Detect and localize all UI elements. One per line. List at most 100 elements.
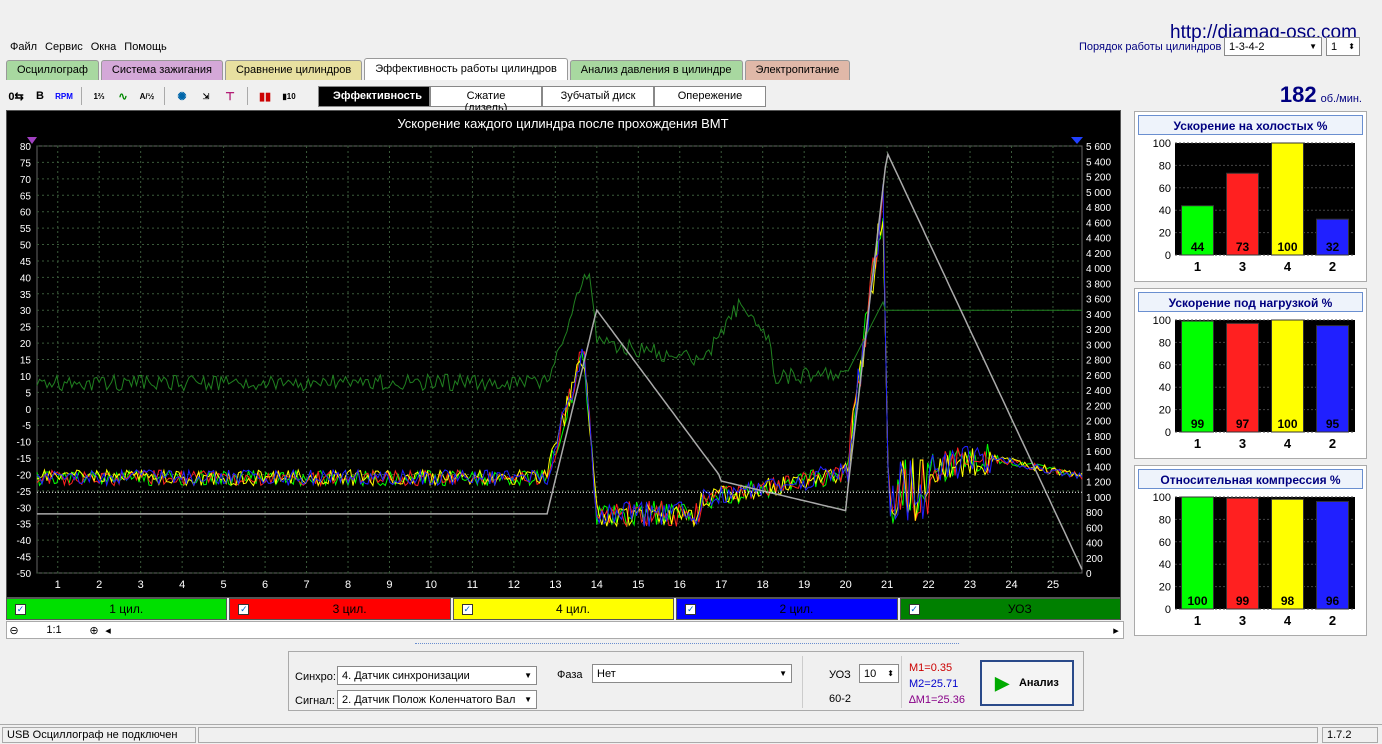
bar bbox=[1181, 496, 1214, 610]
filter-icon[interactable]: ⊤ bbox=[220, 86, 240, 106]
splitter[interactable] bbox=[415, 643, 959, 649]
bar-value-label: 100 bbox=[1277, 417, 1297, 431]
y-right-tick-label: 3 000 bbox=[1086, 340, 1111, 351]
bar-value-label: 99 bbox=[1191, 417, 1205, 431]
firing-order-select[interactable]: 1-3-4-2 ▼ bbox=[1224, 37, 1322, 56]
channel-2[interactable]: ✓ 4 цил. bbox=[452, 598, 675, 620]
x-tick-label: 10 bbox=[425, 579, 437, 591]
bar-y-tick: 60 bbox=[1159, 537, 1171, 549]
channel-3[interactable]: ✓ 2 цил. bbox=[676, 598, 898, 620]
y-right-tick-label: 1 400 bbox=[1086, 462, 1111, 473]
bold-icon[interactable]: B bbox=[30, 86, 50, 106]
subtab-3[interactable]: Опережение bbox=[654, 86, 766, 107]
y-left-tick-label: 70 bbox=[20, 175, 32, 186]
subtab-1[interactable]: Сжатие (дизель) bbox=[430, 86, 542, 114]
y-right-tick-label: 2 400 bbox=[1086, 386, 1111, 397]
analyze-button[interactable]: ▶ Анализ bbox=[980, 660, 1074, 706]
bars-icon[interactable]: ▮▮ bbox=[255, 86, 275, 106]
rpm-unit: об./мин. bbox=[1320, 93, 1362, 105]
x-tick-label: 19 bbox=[798, 579, 810, 591]
series-cyl-4 bbox=[36, 221, 1083, 528]
bar-value-label: 100 bbox=[1187, 594, 1207, 608]
status-middle bbox=[198, 727, 1318, 743]
bar-y-tick: 100 bbox=[1153, 492, 1171, 504]
bar-y-tick: 100 bbox=[1153, 138, 1171, 150]
subtab-0[interactable]: Эффективность bbox=[318, 86, 430, 107]
y-left-tick-label: 20 bbox=[20, 339, 32, 350]
y-right-tick-label: 1 800 bbox=[1086, 432, 1111, 443]
menu-windows[interactable]: Окна bbox=[91, 41, 117, 53]
firing-order-value: 1-3-4-2 bbox=[1229, 40, 1265, 53]
rpm-value: 182 bbox=[1279, 82, 1317, 107]
bug-icon[interactable]: ✺ bbox=[172, 86, 192, 106]
zoom-scrollbar[interactable]: ⊖ 1:1 ⊕ ◂ ▸ bbox=[6, 621, 1124, 639]
load-acceleration-title: Ускорение под нагрузкой % bbox=[1138, 292, 1363, 312]
algorithm-icon[interactable]: A/½ bbox=[137, 86, 157, 106]
y-left-tick-label: 55 bbox=[20, 224, 32, 235]
x-tick-label: 15 bbox=[632, 579, 644, 591]
scroll-left-icon[interactable]: ◂ bbox=[101, 624, 115, 637]
bar-category-label: 2 bbox=[1329, 613, 1336, 628]
signal-select[interactable]: 2. Датчик Полож Коленчатого Вал ▼ bbox=[337, 690, 537, 709]
y-right-tick-label: 5 200 bbox=[1086, 173, 1111, 184]
menu-file[interactable]: Файл bbox=[10, 41, 37, 53]
y-right-tick-label: 2 600 bbox=[1086, 371, 1111, 382]
y-right-tick-label: 3 200 bbox=[1086, 325, 1111, 336]
sort-icon[interactable]: ⇲ bbox=[196, 86, 216, 106]
y-left-tick-label: 45 bbox=[20, 257, 32, 268]
bar-value-label: 98 bbox=[1281, 594, 1295, 608]
firing-order-num: 1 bbox=[1331, 40, 1338, 53]
marker-right-icon bbox=[1071, 137, 1083, 144]
counter-icon[interactable]: ▮10 bbox=[279, 86, 299, 106]
tab-0[interactable]: Осциллограф bbox=[6, 60, 99, 80]
menu-service[interactable]: Сервис bbox=[45, 41, 83, 53]
status-bar: USB Осциллограф не подключен 1.7.2 bbox=[0, 724, 1382, 744]
x-tick-label: 21 bbox=[881, 579, 893, 591]
y-left-tick-label: -15 bbox=[17, 454, 32, 465]
bar-category-label: 4 bbox=[1284, 259, 1292, 274]
channel-1[interactable]: ✓ 3 цил. bbox=[229, 598, 451, 620]
firing-order-spinner[interactable]: 1 ⬍ bbox=[1326, 37, 1360, 56]
channel-4[interactable]: ✓ УОЗ bbox=[899, 598, 1122, 620]
acceleration-chart[interactable]: Ускорение каждого цилиндра после прохожд… bbox=[6, 110, 1121, 598]
zoom-in-icon[interactable]: ⊕ bbox=[87, 624, 101, 637]
bar-y-tick: 40 bbox=[1159, 559, 1171, 571]
zoom-out-icon[interactable]: ⊖ bbox=[7, 624, 21, 637]
zero-shift-icon[interactable]: 0⇆ bbox=[6, 86, 26, 106]
y-right-tick-label: 1 600 bbox=[1086, 447, 1111, 458]
y-left-tick-label: -10 bbox=[17, 438, 32, 449]
channel-checkbox[interactable]: ✓ bbox=[238, 603, 250, 615]
idle-acceleration-panel: Ускорение на холостых % 100 80 60 40 20 0 44 1 7… bbox=[1134, 111, 1367, 282]
channel-label: УОЗ bbox=[1007, 602, 1032, 616]
bar-category-label: 4 bbox=[1284, 613, 1292, 628]
sync-select[interactable]: 4. Датчик синхронизации ▼ bbox=[337, 666, 537, 685]
sync-value: 4. Датчик синхронизации bbox=[342, 669, 470, 682]
scroll-right-icon[interactable]: ▸ bbox=[1109, 624, 1123, 637]
chevron-down-icon: ▼ bbox=[779, 669, 787, 678]
order-numbers-icon[interactable]: 1⅔ bbox=[89, 86, 109, 106]
channel-checkbox[interactable]: ✓ bbox=[461, 603, 473, 615]
tab-2[interactable]: Сравнение цилиндров bbox=[224, 60, 363, 80]
subtab-2[interactable]: Зубчатый диск bbox=[542, 86, 654, 107]
y-right-tick-label: 1 200 bbox=[1086, 478, 1111, 489]
y-left-tick-label: 50 bbox=[20, 241, 32, 252]
bar-category-label: 3 bbox=[1239, 436, 1246, 451]
channel-0[interactable]: ✓ 1 цил. bbox=[6, 598, 228, 620]
y-left-tick-label: 60 bbox=[20, 208, 32, 219]
y-left-tick-label: -45 bbox=[17, 553, 32, 564]
phase-select[interactable]: Нет ▼ bbox=[592, 664, 792, 683]
graph-icon[interactable]: ∿ bbox=[113, 86, 133, 106]
channel-checkbox[interactable]: ✓ bbox=[908, 603, 920, 615]
rpm-icon[interactable]: RPM bbox=[54, 86, 74, 106]
tab-5[interactable]: Электропитание bbox=[744, 60, 851, 80]
tab-4[interactable]: Анализ давления в цилиндре bbox=[569, 60, 743, 80]
channel-checkbox[interactable]: ✓ bbox=[685, 603, 697, 615]
x-tick-label: 16 bbox=[674, 579, 686, 591]
channel-checkbox[interactable]: ✓ bbox=[15, 603, 26, 615]
menu-help[interactable]: Помощь bbox=[124, 41, 167, 53]
tab-3[interactable]: Эффективность работы цилиндров bbox=[364, 58, 568, 80]
tab-1[interactable]: Система зажигания bbox=[100, 60, 223, 80]
y-right-tick-label: 4 400 bbox=[1086, 234, 1111, 245]
uoz-spinner[interactable]: 10 ⬍ bbox=[859, 664, 899, 683]
bar-value-label: 44 bbox=[1191, 240, 1205, 254]
